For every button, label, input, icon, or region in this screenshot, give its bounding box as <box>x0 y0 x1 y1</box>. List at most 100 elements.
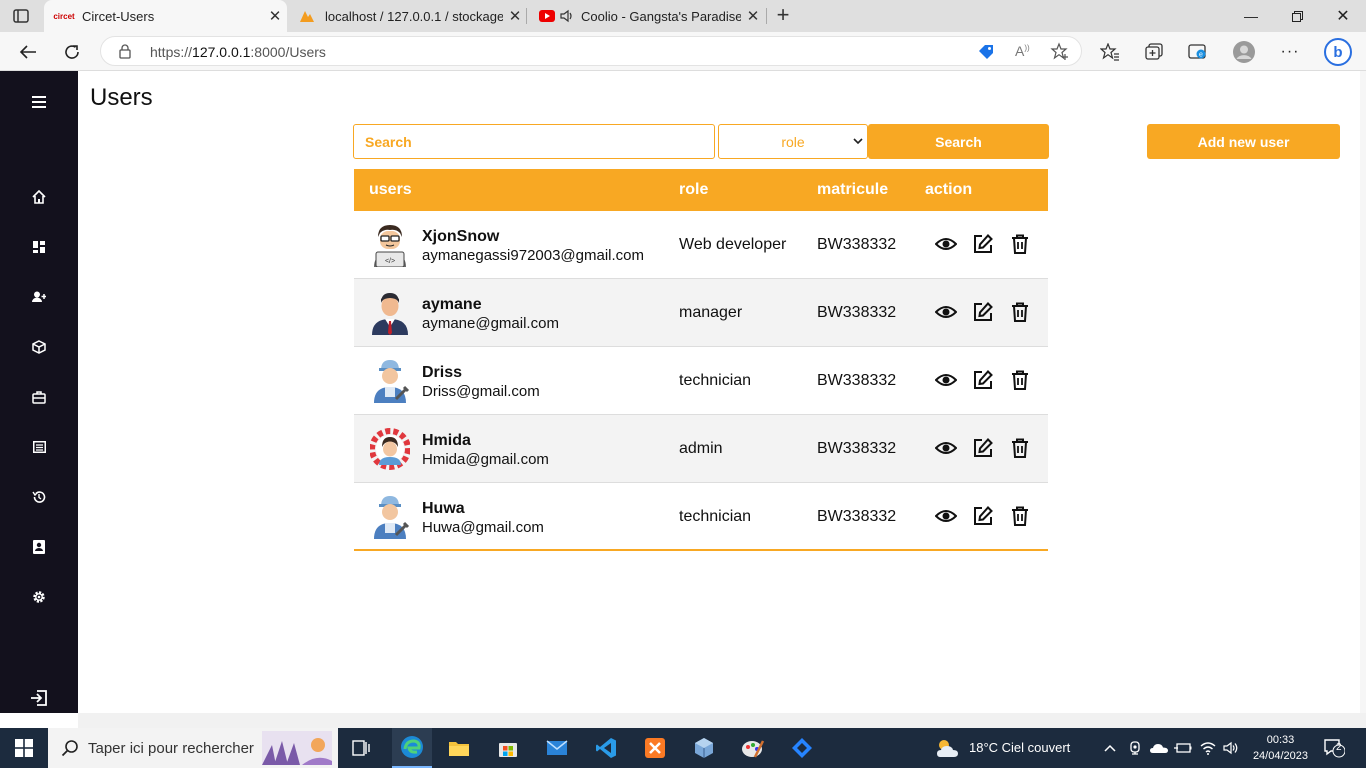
volume-icon[interactable] <box>1220 728 1242 768</box>
logout-icon[interactable] <box>29 688 49 708</box>
url-field[interactable]: https://127.0.0.1:8000/Users A)) <box>100 36 1082 66</box>
profile-avatar-icon[interactable] <box>1232 40 1256 64</box>
briefcase-icon[interactable] <box>29 387 49 407</box>
bing-chat-icon[interactable]: b <box>1322 36 1354 68</box>
add-favorite-icon[interactable] <box>1050 42 1070 62</box>
close-tab-icon[interactable]: ✕ <box>503 7 527 25</box>
taskbar-search-box[interactable]: Taper ici pour rechercher <box>48 728 338 768</box>
tab-title: localhost / 127.0.0.1 / stockage / <box>325 8 503 24</box>
taskbar: Taper ici pour rechercher 18°C Ciel couv… <box>0 728 1366 768</box>
chevron-up-icon[interactable] <box>1100 728 1120 768</box>
tab-actions-icon[interactable] <box>12 7 30 25</box>
delete-trash-icon[interactable] <box>1009 301 1031 323</box>
url-host: 127.0.0.1 <box>192 44 251 60</box>
collections-icon[interactable] <box>1142 40 1166 64</box>
horizontal-scrollbar[interactable] <box>78 713 1366 728</box>
user-email: Huwa@gmail.com <box>422 519 544 536</box>
home-icon[interactable] <box>29 187 49 207</box>
edit-icon[interactable] <box>972 369 994 391</box>
svg-text:</>: </> <box>385 258 395 265</box>
microsoft-store-icon[interactable] <box>490 728 526 768</box>
user-role: technician <box>679 372 752 389</box>
restore-icon[interactable] <box>1274 0 1320 32</box>
file-explorer-icon[interactable] <box>441 728 477 768</box>
delete-trash-icon[interactable] <box>1009 233 1031 255</box>
jira-icon[interactable] <box>784 728 820 768</box>
new-tab-icon[interactable]: + <box>770 3 796 29</box>
paint-app-icon[interactable] <box>735 728 771 768</box>
taskbar-clock[interactable]: 00:33 24/04/2023 <box>1253 732 1308 764</box>
virtualbox-icon[interactable] <box>686 728 722 768</box>
sidebar <box>0 71 78 713</box>
view-eye-icon[interactable] <box>935 437 957 459</box>
delete-trash-icon[interactable] <box>1009 505 1031 527</box>
add-new-user-button[interactable]: Add new user <box>1147 124 1340 159</box>
camera-icon[interactable] <box>1126 728 1144 768</box>
view-eye-icon[interactable] <box>935 233 957 255</box>
windows-start-icon[interactable] <box>0 728 48 768</box>
user-email: Hmida@gmail.com <box>422 451 549 468</box>
tab-youtube[interactable]: Coolio - Gangsta's Paradise ✕ <box>527 0 765 32</box>
delete-trash-icon[interactable] <box>1009 437 1031 459</box>
edit-icon[interactable] <box>972 301 994 323</box>
svg-text:e: e <box>1199 52 1203 59</box>
shopping-tag-icon[interactable] <box>977 43 995 61</box>
url-path: :8000/Users <box>250 44 326 60</box>
page-title: Users <box>90 84 153 111</box>
role-select[interactable]: role <box>718 124 868 159</box>
table-row: Driss Driss@gmail.com technician BW33833… <box>354 347 1048 415</box>
notifications-icon[interactable]: 2 <box>1316 728 1352 768</box>
weather-cloudy-icon[interactable] <box>932 728 964 768</box>
refresh-icon[interactable] <box>59 39 85 65</box>
edit-icon[interactable] <box>972 437 994 459</box>
menu-icon[interactable] <box>29 92 49 112</box>
edit-icon[interactable] <box>972 505 994 527</box>
search-input[interactable] <box>353 124 715 159</box>
task-view-icon[interactable] <box>344 728 378 768</box>
view-eye-icon[interactable] <box>935 369 957 391</box>
edge-taskbar-icon[interactable] <box>392 728 432 768</box>
vscode-icon[interactable] <box>588 728 624 768</box>
weather-text[interactable]: 18°C Ciel couvert <box>969 740 1070 755</box>
onedrive-icon[interactable] <box>1148 728 1170 768</box>
favorites-icon[interactable] <box>1098 40 1122 64</box>
table-row: aymane aymane@gmail.com manager BW338332 <box>354 279 1048 347</box>
dashboard-icon[interactable] <box>29 237 49 257</box>
ie-mode-icon[interactable]: e <box>1186 40 1210 64</box>
youtube-icon <box>539 8 555 24</box>
add-user-icon[interactable] <box>29 287 49 307</box>
read-aloud-icon[interactable]: A)) <box>1015 43 1030 59</box>
view-eye-icon[interactable] <box>935 505 957 527</box>
speaker-icon[interactable] <box>559 9 581 23</box>
delete-trash-icon[interactable] <box>1009 369 1031 391</box>
manager-avatar-icon <box>372 293 408 335</box>
close-tab-icon[interactable]: ✕ <box>741 7 765 25</box>
tab-phpmyadmin[interactable]: localhost / 127.0.0.1 / stockage / ✕ <box>287 0 527 32</box>
xampp-icon[interactable] <box>637 728 673 768</box>
history-icon[interactable] <box>29 487 49 507</box>
more-menu-icon[interactable]: ··· <box>1278 40 1302 64</box>
vertical-scrollbar[interactable] <box>1360 71 1366 713</box>
circet-logo-icon: circet <box>53 11 75 21</box>
wifi-icon[interactable] <box>1197 728 1219 768</box>
developer-avatar-icon: </> <box>374 225 406 267</box>
box-icon[interactable] <box>29 337 49 357</box>
back-icon[interactable] <box>15 39 41 65</box>
close-window-icon[interactable]: ✕ <box>1320 0 1366 32</box>
edit-icon[interactable] <box>972 233 994 255</box>
close-tab-icon[interactable]: ✕ <box>263 7 287 25</box>
admin-avatar-icon <box>370 428 410 470</box>
settings-icon[interactable] <box>29 587 49 607</box>
minimize-icon[interactable]: — <box>1228 0 1274 32</box>
view-eye-icon[interactable] <box>935 301 957 323</box>
mail-icon[interactable] <box>539 728 575 768</box>
table-row: Hmida Hmida@gmail.com admin BW338332 <box>354 415 1048 483</box>
contact-card-icon[interactable] <box>29 537 49 557</box>
lock-icon[interactable] <box>119 44 131 59</box>
user-email: Driss@gmail.com <box>422 383 540 400</box>
battery-plug-icon[interactable] <box>1172 728 1194 768</box>
list-icon[interactable] <box>29 437 49 457</box>
tab-circet-users[interactable]: circet Circet-Users ✕ <box>44 0 287 32</box>
search-button[interactable]: Search <box>868 124 1049 159</box>
technician-avatar-icon <box>374 360 410 403</box>
